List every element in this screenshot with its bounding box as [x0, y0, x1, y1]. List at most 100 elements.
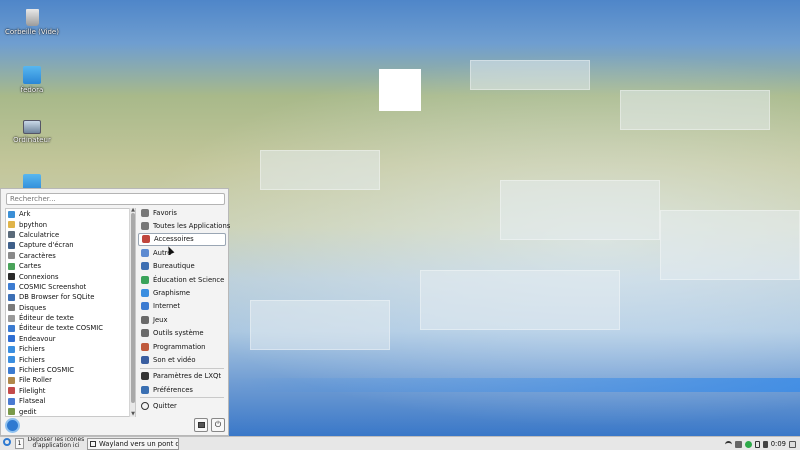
list-item[interactable]: Capture d'écran: [6, 240, 135, 250]
app-label: Flatseal: [19, 397, 46, 406]
list-item[interactable]: Éditeur de texte: [6, 313, 135, 323]
category-bureautique[interactable]: Bureautique: [138, 260, 226, 273]
category-favoris[interactable]: Favoris: [138, 206, 226, 219]
quicklaunch-area: Déposer les icônes d'application ici: [27, 437, 85, 450]
search-input[interactable]: [6, 193, 225, 205]
list-item[interactable]: Fichiers COSMIC: [6, 365, 135, 375]
app-icon: [8, 304, 15, 312]
wallpaper-building: [250, 300, 390, 350]
list-item[interactable]: Fichiers: [6, 344, 135, 354]
battery-icon[interactable]: [754, 440, 760, 448]
app-label: Ark: [19, 210, 31, 219]
list-item[interactable]: gedit: [6, 406, 135, 416]
wrench-icon: [141, 342, 149, 351]
power-button[interactable]: ⏻: [211, 418, 225, 432]
wallpaper-water-band: [230, 378, 800, 392]
cube-icon: [141, 248, 149, 257]
quit-button[interactable]: Quitter: [138, 399, 226, 412]
app-icon: [8, 335, 15, 343]
list-item[interactable]: File Roller: [6, 375, 135, 385]
app-icon: [8, 345, 15, 353]
list-item[interactable]: bpython: [6, 219, 135, 229]
desktop-icon-label: Corbeille (Vide): [5, 28, 59, 36]
category-internet[interactable]: Internet: [138, 300, 226, 313]
app-label: Fichiers: [19, 345, 45, 354]
list-item[interactable]: Flatseal: [6, 396, 135, 406]
window-title: Wayland vers un pont d'...: [99, 439, 178, 448]
scroll-down-icon[interactable]: ▼: [130, 412, 136, 417]
app-label: gedit: [19, 407, 37, 416]
update-icon[interactable]: [744, 440, 752, 448]
taskbar-window-button[interactable]: Wayland vers un pont d'...: [87, 437, 179, 450]
desktop-icon-home[interactable]: fedora: [2, 66, 62, 94]
toolbox-icon: [142, 235, 150, 244]
list-item[interactable]: DB Browser for SQLite: [6, 292, 135, 302]
category-accessoires[interactable]: Accessoires: [138, 232, 226, 247]
desktop-icon-trash[interactable]: Corbeille (Vide): [2, 9, 62, 36]
folder-home-icon: [23, 66, 41, 84]
category-outils-systeme[interactable]: Outils système: [138, 327, 226, 340]
desktop-number: 1: [17, 440, 22, 447]
app-label: Endeavour: [19, 334, 56, 343]
window-icon: [90, 440, 96, 447]
list-item[interactable]: Fichiers: [6, 354, 135, 364]
network-icon[interactable]: [724, 440, 732, 448]
category-jeux[interactable]: Jeux: [138, 313, 226, 326]
clipboard-icon[interactable]: [734, 440, 742, 448]
power-icon: [141, 402, 149, 411]
category-preferences[interactable]: Préférences: [138, 383, 226, 396]
app-icon: [8, 221, 15, 229]
preferences-icon: [141, 385, 149, 394]
app-label: Disques: [19, 303, 47, 312]
clock[interactable]: 0:09: [771, 440, 786, 448]
scroll-thumb[interactable]: [131, 213, 135, 403]
app-icon: [8, 210, 15, 218]
category-label: Graphisme: [153, 289, 191, 298]
app-label: COSMIC Screenshot: [19, 282, 87, 291]
category-education[interactable]: Éducation et Science: [138, 273, 226, 286]
app-icon: [8, 293, 15, 301]
list-item[interactable]: Disques: [6, 303, 135, 313]
category-graphisme[interactable]: Graphisme: [138, 286, 226, 299]
desktop-icon-computer[interactable]: Ordinateur: [2, 120, 62, 144]
list-item[interactable]: Éditeur de texte COSMIC: [6, 323, 135, 333]
lock-screen-button[interactable]: [194, 418, 208, 432]
category-parametres-lxqt[interactable]: Paramètres de LXQt: [138, 370, 226, 383]
list-item[interactable]: Caractères: [6, 251, 135, 261]
category-programmation[interactable]: Programmation: [138, 340, 226, 353]
list-item[interactable]: Ark: [6, 209, 135, 219]
start-menu-button[interactable]: [1, 437, 13, 450]
grid-icon: [141, 222, 149, 231]
desktop-icon-label: Ordinateur: [13, 136, 51, 144]
volume-icon[interactable]: [762, 440, 768, 448]
category-label: Outils système: [153, 329, 204, 338]
gamepad-icon: [141, 315, 149, 324]
wallpaper-building: [620, 90, 770, 130]
app-label: Filelight: [19, 386, 46, 395]
list-item[interactable]: COSMIC Screenshot: [6, 282, 135, 292]
show-desktop-icon[interactable]: [789, 440, 796, 448]
app-icon: [8, 241, 15, 249]
category-label: Programmation: [153, 342, 206, 351]
app-label: bpython: [19, 220, 48, 229]
globe-icon: [141, 302, 149, 311]
list-item[interactable]: Connexions: [6, 271, 135, 281]
category-son-video[interactable]: Son et vidéo: [138, 353, 226, 366]
media-icon: [141, 355, 149, 364]
list-item[interactable]: Cartes: [6, 261, 135, 271]
blank-window[interactable]: [379, 69, 421, 111]
category-autre[interactable]: Autre: [138, 246, 226, 259]
wallpaper-building: [260, 150, 380, 190]
flask-icon: [141, 275, 149, 284]
list-item[interactable]: Endeavour: [6, 334, 135, 344]
quicklaunch-hint: Déposer les icônes d'application ici: [27, 437, 85, 449]
category-all-apps[interactable]: Toutes les Applications: [138, 219, 230, 232]
list-item[interactable]: Calculatrice: [6, 230, 135, 240]
desktop-switcher[interactable]: 1: [15, 438, 24, 449]
list-item[interactable]: Filelight: [6, 386, 135, 396]
app-label: Connexions: [19, 272, 59, 281]
gear-icon: [141, 329, 149, 338]
wallpaper-building: [660, 210, 800, 280]
app-icon: [8, 397, 15, 405]
app-list-scrollbar[interactable]: ▲ ▼: [129, 208, 135, 417]
